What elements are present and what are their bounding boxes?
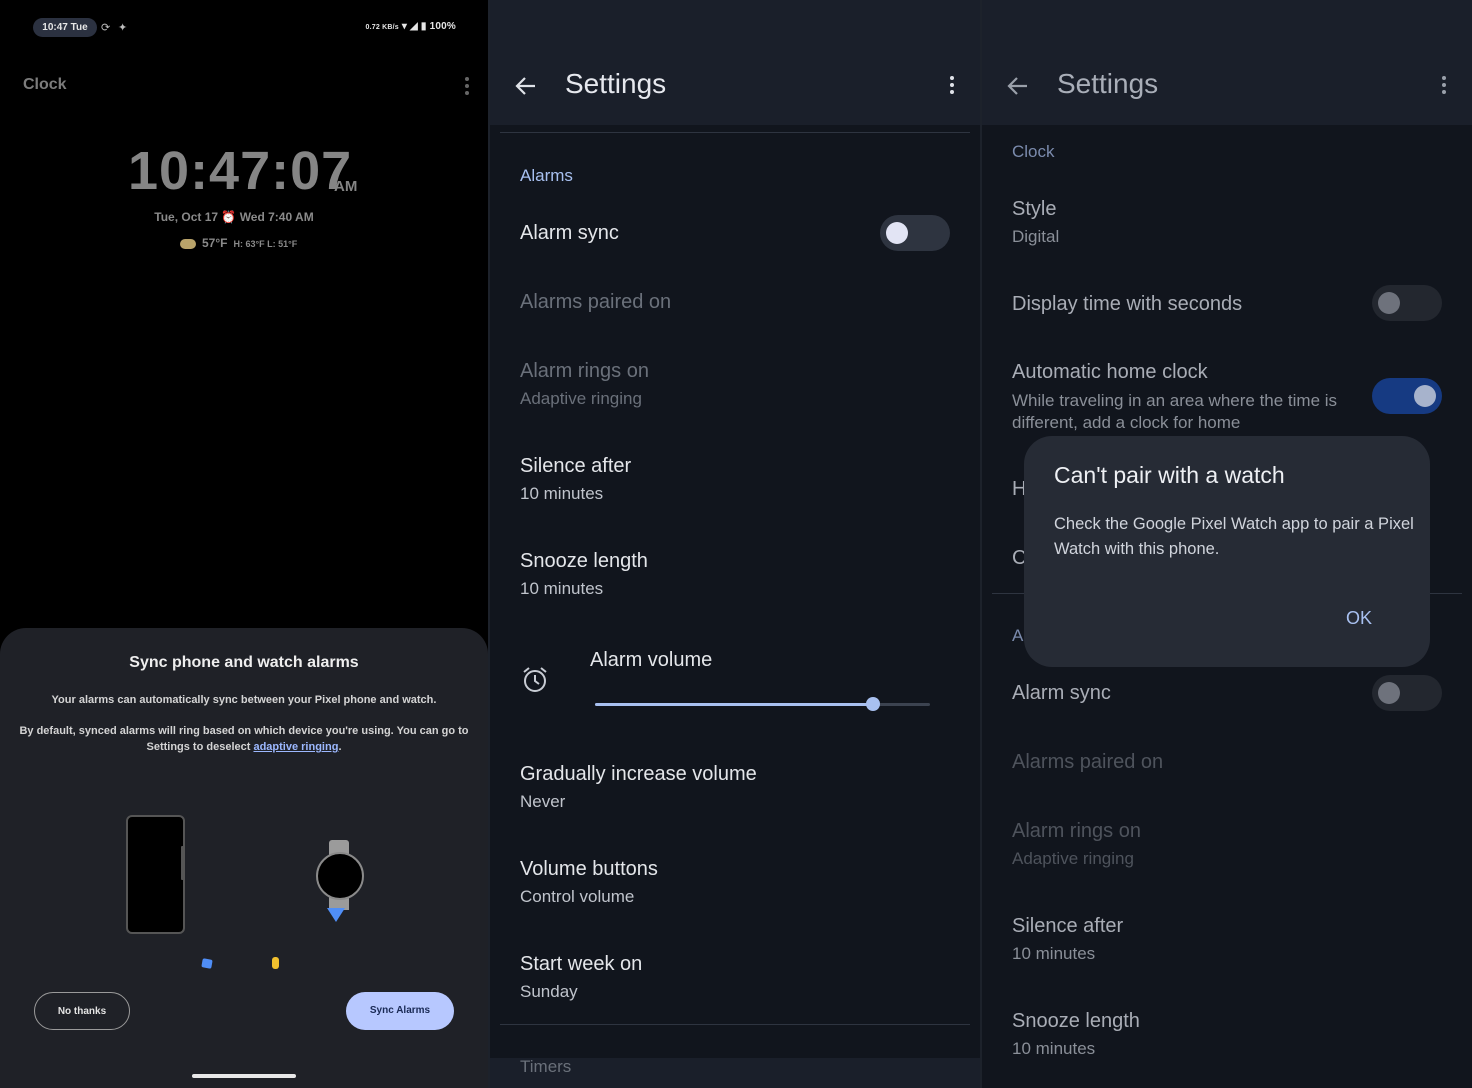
- snooze-length-value: 10 minutes: [520, 579, 604, 598]
- gesture-bar[interactable]: [192, 1074, 296, 1078]
- top-app-bar: Settings: [982, 0, 1472, 125]
- more-options-icon[interactable]: [464, 77, 470, 98]
- dialog-title: Can't pair with a watch: [1054, 462, 1285, 488]
- start-week-on-value: Sunday: [520, 982, 578, 1001]
- alarm-volume-slider[interactable]: [595, 697, 930, 711]
- temperature: 57°F: [202, 236, 228, 250]
- style-label[interactable]: Style: [1012, 198, 1056, 221]
- phone-illustration: [126, 815, 185, 934]
- sheet-description-2: By default, synced alarms will ring base…: [19, 725, 469, 753]
- silence-after-label[interactable]: Silence after: [1012, 915, 1123, 938]
- page-title: Settings: [565, 68, 667, 99]
- status-time: 10:47 Tue: [33, 18, 97, 37]
- section-timers: Timers: [520, 1057, 572, 1076]
- alarm-sync-toggle[interactable]: [880, 215, 950, 251]
- more-options-icon[interactable]: [1441, 76, 1447, 97]
- volume-buttons-value: Control volume: [520, 887, 635, 906]
- signal-icon: ◢: [410, 21, 418, 32]
- net-speed: 0.72 KB/s: [365, 24, 399, 31]
- volume-buttons-label[interactable]: Volume buttons: [520, 858, 658, 881]
- hi-lo-temp: H: 63°F L: 51°F: [233, 239, 298, 249]
- slider-thumb[interactable]: [866, 697, 881, 711]
- sync-alarms-button[interactable]: Sync Alarms: [346, 992, 454, 1030]
- style-value: Digital: [1012, 227, 1060, 246]
- alarm-volume-label: Alarm volume: [590, 649, 713, 671]
- alarms-paired-on-label: Alarms paired on: [520, 291, 672, 313]
- partial-section: A: [1012, 626, 1024, 645]
- location-icon: ✦: [118, 22, 128, 34]
- back-arrow-icon[interactable]: [1006, 74, 1030, 98]
- alarm-rings-on-label: Alarm rings on: [1012, 820, 1141, 842]
- silence-after-label[interactable]: Silence after: [520, 455, 631, 478]
- decorative-shape: [272, 957, 279, 969]
- top-app-bar: Settings: [490, 0, 980, 125]
- gradually-increase-value: Never: [520, 792, 566, 811]
- status-bar: 10:47 Tue ⟳ ✦ 0.72 KB/s ▾ ◢ ▮ 100%: [0, 18, 488, 38]
- battery-percent: 100%: [429, 21, 456, 32]
- back-arrow-icon[interactable]: [514, 74, 538, 98]
- watch-accent-illustration: [327, 908, 345, 922]
- cant-pair-dialog: Can't pair with a watch Check the Google…: [1024, 436, 1430, 667]
- settings-screen-clock: Settings Clock Style Digital Display tim…: [982, 0, 1472, 1088]
- snooze-length-label[interactable]: Snooze length: [1012, 1010, 1140, 1033]
- status-right: 0.72 KB/s ▾ ◢ ▮ 100%: [366, 21, 456, 32]
- snooze-length-label[interactable]: Snooze length: [520, 550, 648, 573]
- alarms-paired-on-label: Alarms paired on: [1012, 751, 1164, 773]
- settings-screen-alarms: Settings Alarms Alarm sync Alarms paired…: [490, 0, 980, 1088]
- date-next-alarm: Tue, Oct 17 ⏰ Wed 7:40 AM: [154, 210, 314, 224]
- dialog-body: Check the Google Pixel Watch app to pair…: [1054, 515, 1414, 558]
- snooze-length-value: 10 minutes: [1012, 1039, 1096, 1058]
- page-title: Settings: [1057, 68, 1159, 99]
- app-title: Clock: [23, 76, 67, 93]
- clock-ampm: AM: [334, 178, 358, 195]
- sheet-title: Sync phone and watch alarms: [129, 654, 359, 671]
- more-options-icon[interactable]: [949, 76, 955, 97]
- phone-button-illustration: [181, 846, 184, 880]
- silence-after-value: 10 minutes: [520, 484, 604, 503]
- clock-app-screen: 10:47 Tue ⟳ ✦ 0.72 KB/s ▾ ◢ ▮ 100% Clock…: [0, 0, 488, 1088]
- wifi-icon: ▾: [401, 21, 408, 32]
- auto-home-clock-toggle[interactable]: [1372, 378, 1442, 414]
- auto-home-clock-desc: While traveling in an area where the tim…: [1012, 391, 1338, 432]
- weather: 57°F H: 63°F L: 51°F: [180, 236, 297, 250]
- alarm-sync-toggle[interactable]: [1372, 675, 1442, 711]
- divider: [500, 1024, 970, 1025]
- cloudy-icon: [180, 238, 196, 249]
- section-alarms: Alarms: [520, 166, 573, 185]
- alarm-clock-icon: [523, 667, 547, 692]
- digital-clock: 10:47:07: [128, 141, 353, 201]
- alarm-sync-label[interactable]: Alarm sync: [520, 222, 619, 245]
- display-seconds-toggle[interactable]: [1372, 285, 1442, 321]
- start-week-on-label[interactable]: Start week on: [520, 953, 642, 976]
- no-thanks-button[interactable]: No thanks: [34, 992, 130, 1030]
- dialog-ok-button[interactable]: OK: [1346, 608, 1372, 629]
- silence-after-value: 10 minutes: [1012, 944, 1096, 963]
- section-clock: Clock: [1012, 142, 1055, 161]
- gradually-increase-label[interactable]: Gradually increase volume: [520, 763, 757, 786]
- alarm-rings-on-value: Adaptive ringing: [520, 389, 642, 408]
- sync-alarms-sheet: Sync phone and watch alarms Your alarms …: [0, 628, 488, 1088]
- decorative-shape: [201, 958, 213, 969]
- sync-icon: ⟳: [101, 22, 111, 34]
- sheet-description: Your alarms can automatically sync betwe…: [51, 694, 437, 706]
- divider: [500, 132, 970, 133]
- auto-home-clock-label[interactable]: Automatic home clock: [1012, 361, 1208, 384]
- slider-fill: [595, 703, 874, 706]
- alarm-sync-label[interactable]: Alarm sync: [1012, 682, 1111, 705]
- alarm-rings-on-value: Adaptive ringing: [1012, 849, 1134, 868]
- watch-illustration: [316, 852, 364, 900]
- battery-icon: ▮: [420, 21, 427, 32]
- alarm-rings-on-label: Alarm rings on: [520, 360, 649, 382]
- adaptive-ringing-link[interactable]: adaptive ringing: [253, 741, 338, 753]
- display-seconds-label[interactable]: Display time with seconds: [1012, 293, 1242, 316]
